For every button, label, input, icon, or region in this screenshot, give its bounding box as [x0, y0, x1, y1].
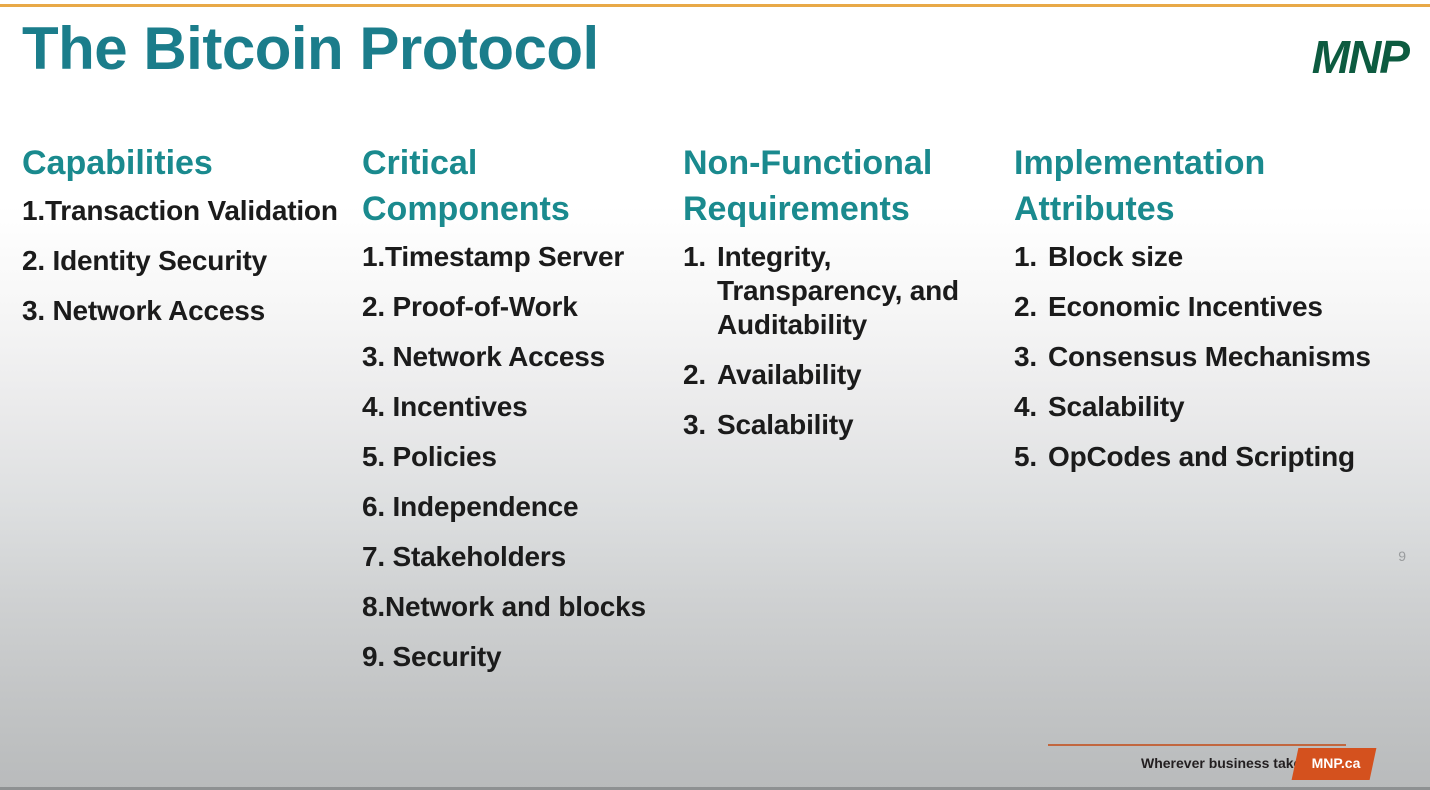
list-item-label: Identity Security	[52, 245, 268, 276]
slide-footer: Wherever business takes you MNP.ca	[1048, 744, 1400, 786]
content-column: Implementation Attributes 1. Block size 2. E…	[1014, 140, 1414, 490]
slide-canvas: The Bitcoin Protocol MNP Capabilities 1.T…	[0, 0, 1430, 790]
list-item-marker: 6.	[362, 491, 393, 522]
mnp-ca-badge-label: MNP.ca	[1311, 755, 1361, 771]
list-item: 2. Economic Incentives	[1014, 290, 1414, 324]
list-item-marker: 2.	[1014, 291, 1037, 322]
list-item: 1. Block size	[1014, 240, 1414, 274]
column-heading: Non-Functional Requirements	[683, 144, 933, 228]
list-item-marker: 3.	[22, 295, 53, 326]
content-column: Non-Functional Requirements 1. Integrity, …	[683, 140, 1011, 458]
list-item-label: Network and blocks	[384, 591, 646, 622]
list-item: 3. Network Access	[362, 340, 680, 374]
list-item-marker: 3.	[362, 341, 393, 372]
list-item-label: Availability	[717, 359, 862, 390]
list-item-marker: 1.	[683, 241, 706, 272]
list-item-marker: 2.	[362, 291, 393, 322]
page-number: 9	[1398, 548, 1406, 564]
list-item-marker: 1.	[22, 195, 45, 226]
list-item-marker: 8.	[362, 591, 385, 622]
list-item-marker: 4.	[1014, 391, 1037, 422]
list-item: 2. Identity Security	[22, 244, 358, 278]
list-item: 6. Independence	[362, 490, 680, 524]
list-item-marker: 1.	[1014, 241, 1037, 272]
list-item: 5. OpCodes and Scripting	[1014, 440, 1414, 474]
column-list: 1. Integrity, Transparency, and Auditabil…	[683, 240, 1011, 442]
list-item-label: Scalability	[717, 409, 854, 440]
list-item-label: Integrity, Transparency, and Auditabilit…	[717, 241, 959, 340]
list-item-label: Policies	[392, 441, 497, 472]
list-item: 3. Network Access	[22, 294, 358, 328]
mnp-logo: MNP	[1311, 31, 1410, 83]
list-item: 2. Availability	[683, 358, 1011, 392]
list-item-label: Economic Incentives	[1048, 291, 1323, 322]
list-item-label: Stakeholders	[392, 541, 567, 572]
list-item-marker: 1.	[362, 241, 385, 272]
list-item-label: Transaction Validation	[44, 195, 338, 226]
list-item-marker: 7.	[362, 541, 393, 572]
list-item: 2. Proof-of-Work	[362, 290, 680, 324]
column-heading: Critical Components	[362, 144, 570, 228]
list-item-label: Proof-of-Work	[392, 291, 578, 322]
list-item-label: OpCodes and Scripting	[1048, 441, 1355, 472]
list-item: 8.Network and blocks	[362, 590, 680, 624]
list-item: 4. Scalability	[1014, 390, 1414, 424]
list-item-label: Block size	[1048, 241, 1183, 272]
list-item-label: Network Access	[392, 341, 606, 372]
list-item-marker: 5.	[1014, 441, 1037, 472]
content-column: Capabilities 1.Transaction Validation 2. I…	[22, 140, 358, 344]
list-item: 7. Stakeholders	[362, 540, 680, 574]
content-column: Critical Components 1.Timestamp Server 2. …	[362, 140, 680, 690]
column-list: 1.Transaction Validation 2. Identity Secu…	[22, 194, 358, 328]
list-item-label: Independence	[392, 491, 579, 522]
top-accent-rule	[0, 4, 1430, 7]
column-heading: Capabilities	[22, 144, 213, 182]
list-item-label: Scalability	[1048, 391, 1185, 422]
list-item-marker: 3.	[1014, 341, 1037, 372]
list-item-label: Timestamp Server	[384, 241, 625, 272]
list-item-marker: 3.	[683, 409, 706, 440]
list-item: 1.Transaction Validation	[22, 194, 358, 228]
list-item-marker: 4.	[362, 391, 393, 422]
column-list: 1. Block size 2. Economic Incentives 3. Conse…	[1014, 240, 1414, 474]
page-title: The Bitcoin Protocol	[22, 15, 599, 82]
list-item-label: Network Access	[52, 295, 266, 326]
list-item: 1. Integrity, Transparency, and Auditabil…	[683, 240, 1011, 342]
list-item: 4. Incentives	[362, 390, 680, 424]
column-list: 1.Timestamp Server 2. Proof-of-Work 3. Net…	[362, 240, 680, 674]
list-item-label: Incentives	[392, 391, 528, 422]
list-item-marker: 2.	[22, 245, 53, 276]
list-item: 5. Policies	[362, 440, 680, 474]
list-item: 9. Security	[362, 640, 680, 674]
list-item-marker: 2.	[683, 359, 706, 390]
footer-rule	[1048, 744, 1346, 746]
list-item: 3. Scalability	[683, 408, 1011, 442]
list-item-marker: 9.	[362, 641, 393, 672]
list-item-marker: 5.	[362, 441, 393, 472]
list-item-label: Security	[392, 641, 502, 672]
list-item: 1.Timestamp Server	[362, 240, 680, 274]
list-item: 3. Consensus Mechanisms	[1014, 340, 1414, 374]
column-heading: Implementation Attributes	[1014, 144, 1266, 228]
list-item-label: Consensus Mechanisms	[1048, 341, 1371, 372]
